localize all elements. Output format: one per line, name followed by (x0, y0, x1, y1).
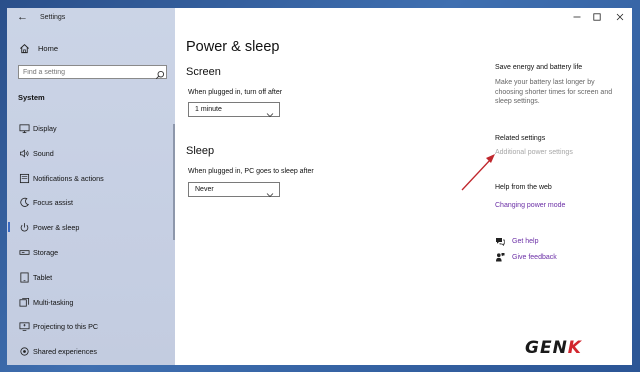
sidebar-item-multitasking[interactable]: Multi-tasking (7, 292, 175, 312)
sidebar-item-label: Storage (33, 248, 59, 257)
home-link[interactable]: Home (18, 41, 58, 55)
related-settings-heading: Related settings (495, 135, 546, 142)
minimize-button[interactable] (569, 9, 585, 25)
sidebar-item-label: Sound (33, 149, 54, 158)
sidebar-item-tablet[interactable]: Tablet (7, 267, 175, 287)
sleep-timeout-dropdown[interactable]: Never (188, 182, 280, 198)
sidebar-item-projecting[interactable]: Projecting to this PC (7, 316, 175, 336)
sidebar: ← Settings Home System Display Sound Not… (7, 8, 175, 365)
notifications-icon (18, 172, 30, 184)
sidebar-item-label: Multi-tasking (33, 298, 74, 307)
sidebar-item-label: Notifications & actions (33, 174, 104, 183)
get-help-link[interactable]: Get help (495, 235, 538, 247)
tablet-icon (18, 271, 30, 283)
save-energy-description: Make your battery last longer by choosin… (495, 79, 613, 105)
power-icon (18, 221, 30, 233)
sidebar-item-notifications[interactable]: Notifications & actions (7, 168, 175, 188)
focus-assist-icon (18, 196, 30, 208)
screen-timeout-label: When plugged in, turn off after (188, 89, 283, 96)
give-feedback-link[interactable]: Give feedback (495, 251, 557, 263)
multitasking-icon (18, 296, 30, 308)
screen-heading: Screen (186, 66, 221, 78)
settings-window: ← Settings Home System Display Sound Not… (7, 8, 632, 365)
help-from-web-heading: Help from the web (495, 184, 552, 191)
feedback-icon (495, 252, 505, 262)
home-icon (18, 42, 30, 54)
sidebar-item-label: Projecting to this PC (33, 322, 99, 331)
content-pane: Power & sleep Screen When plugged in, tu… (175, 8, 632, 365)
chevron-down-icon (266, 106, 274, 118)
search-input[interactable] (18, 65, 167, 79)
dropdown-value: 1 minute (195, 106, 222, 113)
storage-icon (18, 246, 30, 258)
sidebar-item-label: Shared experiences (33, 347, 97, 356)
sidebar-item-sound[interactable]: Sound (7, 143, 175, 163)
page-title: Power & sleep (186, 39, 280, 55)
watermark-text-gen: GEN (525, 338, 568, 358)
screen-timeout-dropdown[interactable]: 1 minute (188, 102, 280, 118)
save-energy-heading: Save energy and battery life (495, 64, 583, 71)
projecting-icon (18, 320, 30, 332)
changing-power-mode-link[interactable]: Changing power mode (495, 202, 565, 209)
window-title: Settings (40, 14, 66, 21)
section-heading: System (18, 93, 45, 102)
sidebar-item-power-sleep[interactable]: Power & sleep (7, 217, 175, 237)
sleep-heading: Sleep (186, 145, 215, 157)
maximize-button[interactable] (589, 9, 605, 25)
get-help-label: Get help (512, 237, 539, 245)
sidebar-item-focus-assist[interactable]: Focus assist (7, 192, 175, 212)
shared-experiences-icon (18, 345, 30, 357)
sidebar-item-label: Tablet (33, 273, 53, 282)
additional-power-settings-link[interactable]: Additional power settings (495, 149, 573, 156)
chevron-down-icon (266, 186, 274, 198)
back-button[interactable]: ← (17, 11, 28, 23)
dropdown-value: Never (195, 186, 214, 193)
search-icon[interactable] (155, 67, 165, 80)
sidebar-item-label: Display (33, 124, 57, 133)
sidebar-item-storage[interactable]: Storage (7, 242, 175, 262)
home-label: Home (38, 43, 59, 53)
watermark-text-k: K (567, 338, 582, 358)
sidebar-item-label: Power & sleep (33, 223, 80, 232)
sidebar-item-label: Focus assist (33, 198, 73, 207)
annotation-arrow (461, 154, 495, 191)
sidebar-item-display[interactable]: Display (7, 118, 175, 138)
selection-indicator (8, 222, 10, 232)
give-feedback-label: Give feedback (512, 253, 557, 261)
sound-icon (18, 147, 30, 159)
genk-watermark-logo: GENK (525, 338, 582, 358)
close-button[interactable] (612, 9, 628, 25)
sidebar-item-shared-experiences[interactable]: Shared experiences (7, 341, 175, 361)
sleep-timeout-label: When plugged in, PC goes to sleep after (188, 168, 314, 175)
display-icon (18, 122, 30, 134)
get-help-icon (495, 236, 505, 246)
